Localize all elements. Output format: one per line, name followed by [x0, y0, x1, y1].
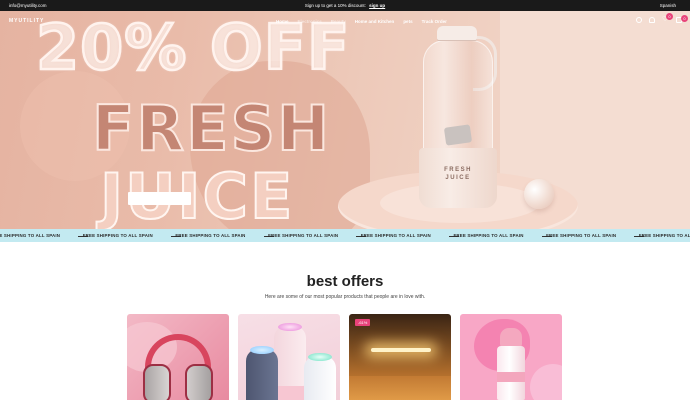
marquee-text: FREE SHIPPING TO ALL SPAIN: [0, 233, 61, 238]
marquee-item: FREE SHIPPING TO ALL SPAIN: [453, 233, 552, 238]
main-nav: Home Electronics Beauty Home and Kitchen…: [276, 19, 447, 24]
hero-product-blender: FRESH JUICE: [413, 26, 507, 211]
product-card-headphones[interactable]: [127, 314, 229, 400]
product-card-humidifier[interactable]: [238, 314, 340, 400]
wishlist-count-badge: 0: [666, 13, 673, 20]
site-logo[interactable]: MYUTILITY: [9, 18, 44, 24]
nav-item-electronics[interactable]: Electronics: [298, 19, 322, 24]
product-card-led-light[interactable]: [349, 314, 451, 400]
nav-item-beauty[interactable]: Beauty: [331, 19, 346, 24]
marquee-item: FREE SHIPPING TO ALL SPAIN: [82, 233, 181, 238]
marquee-track: FREE SHIPPING TO ALL SPAIN FREE SHIPPING …: [0, 233, 690, 238]
hero-line-fresh: FRESH: [91, 92, 331, 165]
nav-item-home-kitchen[interactable]: Home and Kitchen: [355, 19, 395, 24]
led-light-bar: [371, 348, 431, 352]
blender-brand-label: FRESH JUICE: [444, 167, 472, 181]
hero-glass-orb: [524, 179, 554, 209]
marquee-text: FREE SHIPPING TO ALL SPAIN: [360, 233, 431, 238]
humidifier-pink: [274, 323, 306, 386]
blender-blade: [443, 124, 473, 146]
hero-cta-button[interactable]: [128, 192, 191, 205]
humidifier-white: [304, 353, 336, 400]
marquee-item: FREE SHIPPING TO ALL SPAIN: [360, 233, 459, 238]
announcement-bar: info@myutility.com Sign up to get a 10% …: [0, 0, 690, 11]
section-title: best offers: [306, 273, 384, 290]
product-card-pink-bottle[interactable]: [460, 314, 562, 400]
marquee-text: FREE SHIPPING TO ALL SPAIN: [638, 233, 690, 238]
headphones-cup-right: [185, 364, 213, 400]
sign-up-link[interactable]: sign up: [369, 3, 385, 8]
marquee-item: FREE SHIPPING TO ALL SPAIN: [175, 233, 274, 238]
marquee-text: FREE SHIPPING TO ALL SPAIN: [175, 233, 246, 238]
section-subtitle: Here are some of our most popular produc…: [264, 294, 426, 300]
marquee-text: FREE SHIPPING TO ALL SPAIN: [453, 233, 524, 238]
bottle-band: [497, 372, 525, 382]
language-selector[interactable]: Spanish: [660, 3, 676, 8]
nav-item-pets[interactable]: pets: [403, 19, 412, 24]
bottle-cap: [500, 328, 522, 348]
hero-banner[interactable]: FRESH JUICE 20% OFF FRESH JUICE: [0, 11, 690, 229]
marquee-text: FREE SHIPPING TO ALL SPAIN: [268, 233, 339, 238]
search-icon[interactable]: [636, 16, 642, 23]
card-decor-blob-small: [530, 364, 562, 400]
marquee-text: FREE SHIPPING TO ALL SPAIN: [82, 233, 153, 238]
cart-count-badge: 0: [681, 14, 688, 22]
cart-icon[interactable]: 0: [676, 14, 688, 23]
discount-badge: -61%: [355, 319, 371, 326]
wishlist-icon[interactable]: ♡ 0: [662, 13, 673, 23]
account-icon[interactable]: [649, 16, 655, 23]
hero-headline: 20% OFF: [35, 11, 351, 84]
marquee-text: FREE SHIPPING TO ALL SPAIN: [546, 233, 617, 238]
headphones-cup-left: [143, 364, 171, 400]
marquee-item: FREE SHIPPING TO ALL SPAIN: [0, 233, 89, 238]
shipping-marquee: FREE SHIPPING TO ALL SPAIN FREE SHIPPING …: [0, 229, 690, 242]
marquee-item: FREE SHIPPING TO ALL SPAIN: [268, 233, 367, 238]
card-shelf: [349, 376, 451, 400]
nav-item-home[interactable]: Home: [276, 19, 289, 24]
header-icons: ♡ 0 0: [636, 13, 688, 23]
blender-lid: [437, 26, 477, 40]
promo-message: Sign up to get a 10% discount: sign up: [304, 3, 386, 8]
promo-text: Sign up to get a 10% discount: [304, 3, 365, 8]
humidifier-navy: [246, 346, 278, 400]
nav-item-track-order[interactable]: Track Order: [422, 19, 447, 24]
marquee-item: FREE SHIPPING TO ALL SPAIN: [546, 233, 645, 238]
marquee-item: FREE SHIPPING TO ALL SPAIN: [639, 233, 690, 238]
